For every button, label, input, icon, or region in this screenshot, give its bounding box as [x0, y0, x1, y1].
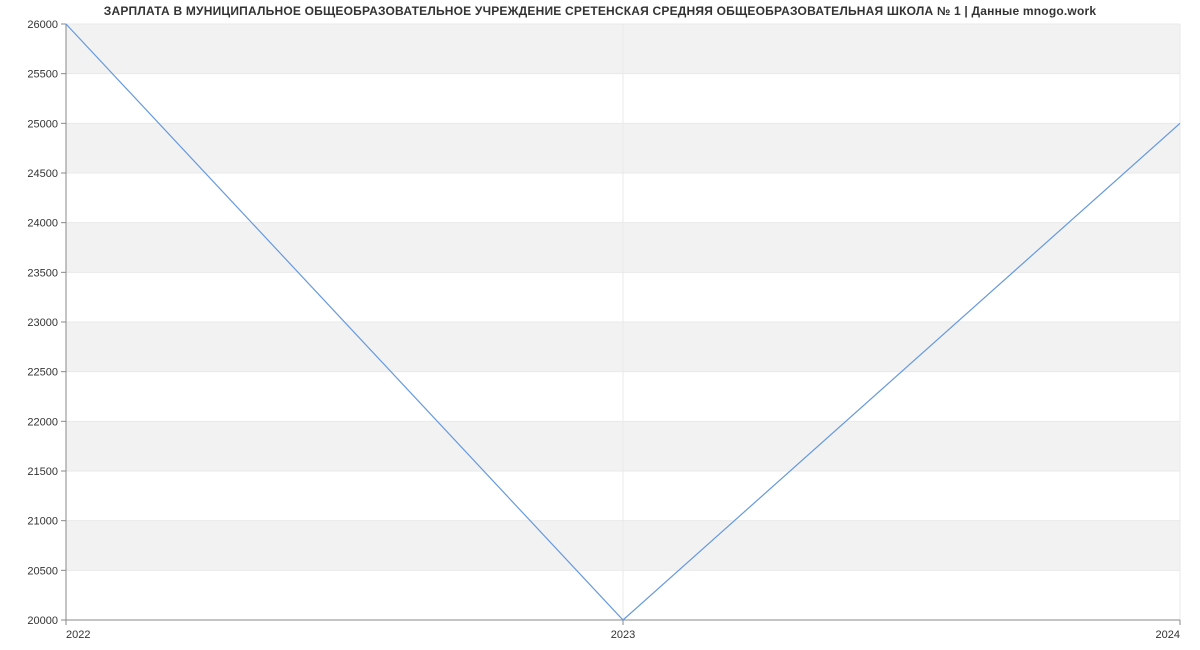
y-tick-label: 23500: [27, 267, 58, 279]
chart-container: ЗАРПЛАТА В МУНИЦИПАЛЬНОЕ ОБЩЕОБРАЗОВАТЕЛ…: [0, 0, 1200, 650]
y-tick-label: 23000: [27, 317, 58, 329]
y-tick-label: 20500: [27, 565, 58, 577]
y-tick-label: 22500: [27, 367, 58, 379]
y-tick-label: 24500: [27, 168, 58, 180]
x-tick-label: 2023: [611, 629, 635, 641]
y-tick-label: 21500: [27, 466, 58, 478]
y-tick-label: 25000: [27, 118, 58, 130]
x-tick-label: 2024: [1156, 629, 1180, 641]
y-tick-label: 25500: [27, 69, 58, 81]
line-chart: 20000 20500 21000 21500 22000 22500 23000 23500…: [0, 0, 1200, 650]
y-tick-label: 26000: [27, 19, 58, 31]
y-tick-label: 20000: [27, 615, 58, 627]
y-tick-label: 22000: [27, 416, 58, 428]
x-tick-label: 2022: [66, 629, 90, 641]
chart-title: ЗАРПЛАТА В МУНИЦИПАЛЬНОЕ ОБЩЕОБРАЗОВАТЕЛ…: [0, 4, 1200, 18]
y-tick-label: 21000: [27, 516, 58, 528]
y-tick-label: 24000: [27, 218, 58, 230]
